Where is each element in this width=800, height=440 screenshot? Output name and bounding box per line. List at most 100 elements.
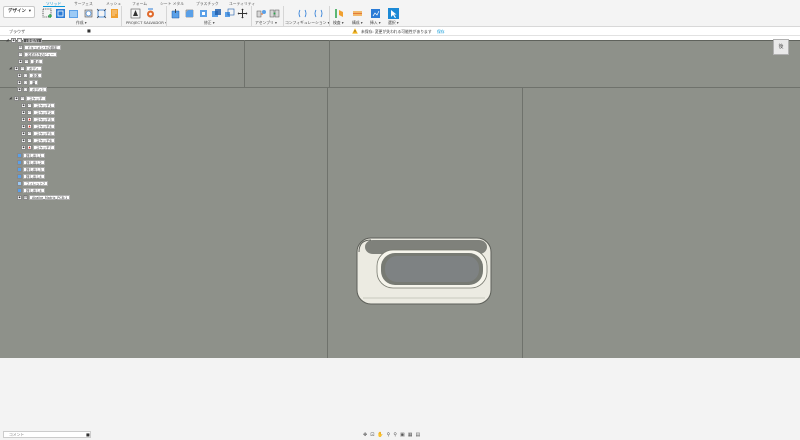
fillet-icon[interactable] — [184, 8, 195, 19]
salvador-group-label[interactable]: PROJECT SALVADOR ▾ — [126, 20, 167, 25]
new-component-icon[interactable] — [42, 8, 53, 19]
press-pull-icon[interactable] — [170, 8, 181, 19]
tree-item[interactable]: ◉ ⛓ Akaike_Matrix_PCB:1 — [17, 194, 71, 200]
tree-item-label[interactable]: フィレット7 — [23, 180, 49, 186]
look-at-icon[interactable]: ⊡ — [370, 432, 374, 438]
measure-icon[interactable] — [334, 8, 345, 19]
create-group-label[interactable]: 作成 ▾ — [76, 20, 87, 26]
tab-surface[interactable]: サーフェス — [74, 1, 93, 7]
collapse-arrow-icon[interactable]: ◢ — [6, 38, 10, 42]
browser-root-label[interactable]: (未保存) — [23, 37, 42, 43]
tree-item-label[interactable]: 原点 — [30, 58, 43, 64]
tree-item-label[interactable]: スケッチ5 — [33, 130, 55, 136]
tree-item-label[interactable]: ボディ — [26, 65, 42, 71]
tree-item-label[interactable]: 押し出し3 — [23, 166, 45, 172]
combine-icon[interactable] — [211, 8, 222, 19]
modify-group-label[interactable]: 修正 ▾ — [204, 20, 215, 26]
tree-item[interactable]: ◉ ▲ スケッチ3 — [21, 116, 55, 122]
tree-item-label[interactable]: スケッチ2 — [33, 109, 55, 115]
browser-collapse-icon[interactable]: ■ — [87, 28, 92, 34]
visibility-eye-icon[interactable]: ◉ — [21, 144, 26, 150]
tree-item[interactable]: ◉ ▢ ボディ1 — [17, 86, 48, 92]
tab-sheet-metal[interactable]: シート メタル — [160, 1, 184, 7]
insert-group-label[interactable]: 挿入 ▾ — [370, 20, 381, 26]
assemble-group-label[interactable]: アセンブリ ▾ — [255, 20, 277, 26]
viewports-icon[interactable]: ▤ — [415, 432, 420, 438]
tree-item-label[interactable]: 押し出し4 — [23, 173, 45, 179]
tree-item-label[interactable]: ボディ1 — [29, 86, 48, 92]
tree-item-label[interactable]: Akaike_Matrix_PCB:1 — [29, 194, 71, 200]
tree-item[interactable]: ◉ ▱ スケッチ5 — [21, 130, 55, 136]
parameters-icon[interactable] — [297, 8, 308, 19]
box-select-icon[interactable] — [96, 8, 107, 19]
tree-item-label[interactable]: スケッチ3 — [33, 116, 55, 122]
tree-item-label[interactable]: ドキュメントの設定 — [24, 44, 61, 50]
browser-root[interactable]: ◢ ◉ ▢ (未保存) — [6, 37, 42, 43]
cutout-feature[interactable] — [355, 236, 495, 310]
zoom-window-icon[interactable]: ⚲ — [393, 432, 397, 438]
tree-item[interactable]: ◉ ▲ スケッチ4 — [21, 123, 55, 129]
view-cube[interactable]: 後 — [773, 39, 789, 55]
tree-item[interactable]: ◉ ▱ スケッチ2 — [21, 109, 55, 115]
visibility-eye-icon[interactable]: ◉ — [17, 194, 22, 200]
create-sketch-icon[interactable] — [55, 8, 66, 19]
tree-item[interactable]: ◉ ▭ 原点 — [13, 58, 43, 64]
visibility-eye-icon[interactable]: ◉ — [21, 102, 26, 108]
tree-item-label[interactable]: 押し出し1 — [23, 152, 45, 158]
joint-icon[interactable] — [256, 8, 267, 19]
orbit-icon[interactable]: ✥ — [363, 432, 367, 438]
timeline-item[interactable]: 押し出し4 — [17, 173, 45, 179]
shell-icon[interactable] — [198, 8, 209, 19]
tree-item-label[interactable]: スケッチ4 — [33, 123, 55, 129]
tree-item-label[interactable]: 押し出し2 — [23, 159, 45, 165]
canvas-viewport[interactable]: 後 — [0, 36, 800, 440]
visibility-eye-icon[interactable]: ◉ — [21, 137, 26, 143]
pan-icon[interactable]: ✋ — [377, 432, 383, 438]
tree-item[interactable]: ◉ ▢ 本体 — [17, 72, 42, 78]
collapse-arrow-icon[interactable]: ◢ — [9, 66, 13, 70]
visibility-eye-icon[interactable]: ◉ — [18, 58, 23, 64]
tree-item-label[interactable]: スケッチ — [26, 95, 46, 101]
insert-icon[interactable] — [370, 8, 381, 19]
workspace-switcher[interactable]: デザイン ▾ — [3, 6, 35, 18]
tab-form[interactable]: フォーム — [132, 1, 147, 7]
select-cursor-icon[interactable] — [388, 8, 399, 19]
tree-item-label[interactable]: スケッチ7 — [33, 144, 55, 150]
visibility-eye-icon[interactable]: ◉ — [21, 130, 26, 136]
visibility-eye-icon[interactable]: ◉ — [14, 65, 19, 71]
visibility-eye-icon[interactable]: ◉ — [17, 86, 22, 92]
display-mode-icon[interactable]: ▣ — [400, 432, 405, 438]
timeline-item[interactable]: 押し出し4 — [17, 187, 45, 193]
grid-icon[interactable]: ▦ — [408, 432, 413, 438]
tree-item-label[interactable]: 押し出し4 — [23, 187, 45, 193]
zoom-icon[interactable]: ⚲ — [387, 432, 391, 438]
timeline-item[interactable]: 押し出し1 — [17, 152, 45, 158]
tree-item-label[interactable]: 蓋 — [29, 79, 39, 85]
document-icon[interactable] — [109, 8, 120, 19]
tree-item-label[interactable]: スケッチ6 — [33, 137, 55, 143]
visibility-eye-icon[interactable]: ◉ — [14, 95, 19, 101]
save-link[interactable]: 保存 — [437, 29, 445, 35]
visibility-eye-icon[interactable]: ◉ — [17, 72, 22, 78]
tree-item[interactable]: ◢ ◉ ▭ ボディ — [9, 65, 42, 71]
tab-plastic[interactable]: プラスチック — [196, 1, 219, 7]
salvador-icon[interactable] — [130, 8, 141, 19]
tree-item[interactable]: ◉ ▱ スケッチ1 — [21, 102, 55, 108]
collapse-arrow-icon[interactable]: ◢ — [9, 96, 13, 100]
timeline-item[interactable]: 押し出し3 — [17, 166, 45, 172]
select-group-label[interactable]: 選択 ▾ — [388, 20, 399, 26]
offset-plane-icon[interactable] — [352, 8, 363, 19]
tree-item-label[interactable]: 名前付きのビュー — [24, 51, 58, 57]
tree-item-label[interactable]: 本体 — [29, 72, 42, 78]
move-icon[interactable] — [237, 8, 248, 19]
tree-item[interactable]: ◉ ▢ 蓋 — [17, 79, 39, 85]
timeline-item[interactable]: フィレット7 — [17, 180, 49, 186]
visibility-eye-icon[interactable]: ◉ — [21, 116, 26, 122]
visibility-eye-icon[interactable]: ◉ — [21, 123, 26, 129]
as-built-joint-icon[interactable] — [269, 8, 280, 19]
configure-group-label[interactable]: コンフィギュレーション ▾ — [285, 20, 330, 26]
revolve-icon[interactable] — [83, 8, 94, 19]
tree-item[interactable]: ◉ ▲ スケッチ7 — [21, 144, 55, 150]
extrude-icon[interactable] — [68, 8, 79, 19]
visibility-eye-icon[interactable]: ◉ — [11, 37, 16, 43]
